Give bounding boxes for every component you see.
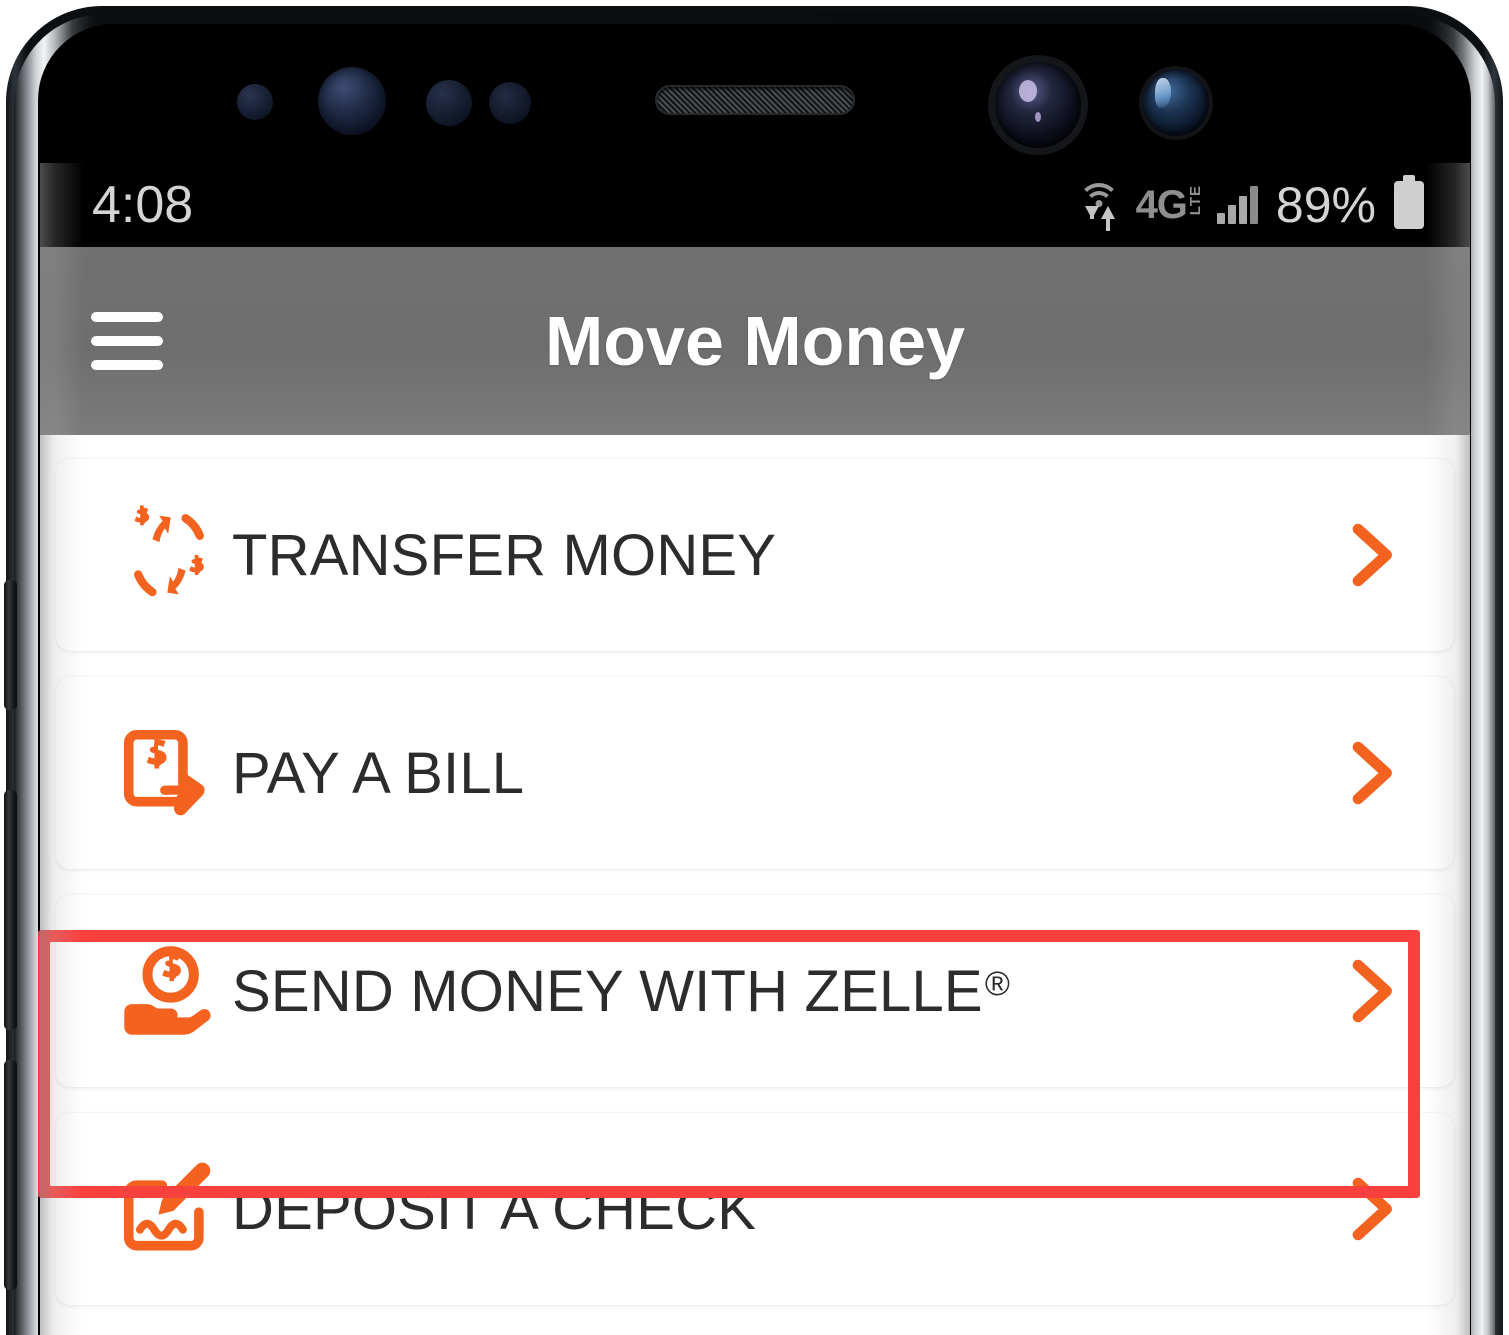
status-time: 4:08 [92,176,194,234]
chevron-right-icon[interactable] [1340,954,1402,1028]
status-bar-indicators: 4G LTE 89% [1076,175,1424,234]
deposit-check-icon [116,1158,232,1260]
status-bar: 4:08 4G LTE 89% [40,163,1470,247]
menu-item-label: SEND MONEY WITH ZELLE ® [232,958,1340,1025]
network-type-indicator: 4G LTE [1135,182,1204,228]
iris-scanner-icon [318,67,386,135]
front-camera-main-icon [995,62,1081,148]
hand-holding-coin-icon [116,938,232,1044]
menu-item-text: SEND MONEY WITH ZELLE [232,958,983,1024]
page-title: Move Money [544,302,966,380]
menu-item-deposit-a-check[interactable]: DEPOSIT A CHECK [56,1113,1454,1305]
menu-item-text: TRANSFER MONEY [232,522,777,588]
bixby-button[interactable] [4,1060,17,1290]
pay-bill-icon [116,722,232,824]
app-header: Move Money [40,247,1470,435]
hamburger-menu-icon[interactable] [83,305,171,377]
ir-sensor-icon [489,82,531,124]
menu-item-transfer-money[interactable]: TRANSFER MONEY [56,459,1454,651]
transfer-money-icon [116,502,232,608]
volume-button[interactable] [4,790,17,1030]
light-sensor-icon [426,80,472,126]
menu-item-text: PAY A BILL [232,740,525,806]
phone-device-frame: 4:08 4G LTE 89% Move Money TRANSFER MONE… [0,0,1509,1335]
menu-item-label: TRANSFER MONEY [232,522,1340,589]
chevron-right-icon[interactable] [1340,518,1402,592]
side-button-top[interactable] [4,580,17,710]
menu-item-label: DEPOSIT A CHECK [232,1176,1340,1243]
move-money-menu-list: TRANSFER MONEY PAY A BILL SEND MONEY WIT… [40,435,1470,1335]
battery-icon [1394,175,1424,229]
menu-item-pay-a-bill[interactable]: PAY A BILL [56,677,1454,869]
front-camera-secondary-icon [1143,70,1209,136]
network-label: 4G [1135,182,1188,227]
menu-item-label: PAY A BILL [232,740,1340,807]
wifi-data-transfer-icon [1076,181,1122,231]
menu-item-text: DEPOSIT A CHECK [232,1176,757,1242]
chevron-right-icon[interactable] [1340,1172,1402,1246]
network-sub-label: LTE [1186,184,1204,215]
registered-trademark-symbol: ® [984,964,1011,1003]
chevron-right-icon[interactable] [1340,736,1402,810]
proximity-sensor-icon [237,84,273,120]
menu-item-send-money-with-zelle[interactable]: SEND MONEY WITH ZELLE ® [56,895,1454,1087]
battery-percentage: 89% [1275,177,1376,233]
earpiece-speaker-icon [655,85,855,115]
phone-screen: 4:08 4G LTE 89% Move Money TRANSFER MONE… [40,163,1470,1335]
signal-bars-icon [1216,186,1258,224]
